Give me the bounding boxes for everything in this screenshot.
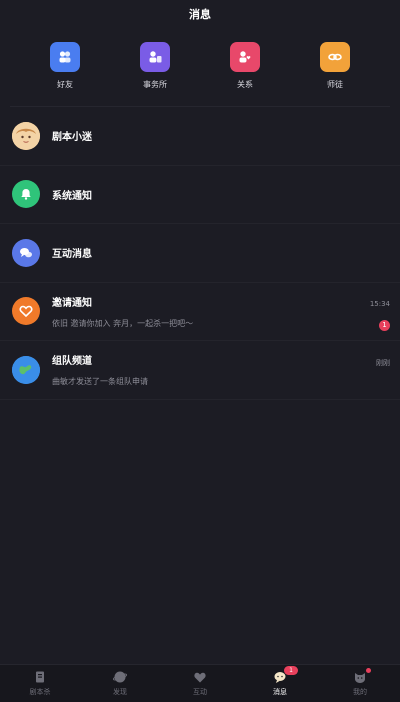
quick-label: 关系 bbox=[237, 80, 253, 89]
message-time: 刚刚 bbox=[376, 359, 390, 367]
nav-item-script[interactable]: 剧本杀 bbox=[10, 670, 70, 697]
mentor-icon bbox=[320, 42, 350, 72]
quick-actions: 好友 事务所 关系 师徒 bbox=[0, 28, 400, 106]
script-icon bbox=[33, 670, 47, 684]
interact-icon bbox=[193, 670, 207, 684]
quick-mentor[interactable]: 师徒 bbox=[305, 42, 365, 106]
list-item[interactable]: 邀请通知 依旧 邀请你加入 奔月，一起杀一把吧～ 15:34 1 bbox=[0, 283, 400, 341]
nav-label: 消息 bbox=[273, 688, 287, 696]
relation-icon bbox=[230, 42, 260, 72]
nav-item-discover[interactable]: 发现 bbox=[90, 670, 150, 697]
avatar bbox=[12, 121, 40, 150]
list-item[interactable]: 剧本小迷 bbox=[0, 107, 400, 166]
profile-icon bbox=[353, 670, 367, 684]
discover-icon bbox=[113, 670, 127, 684]
bottom-nav: 剧本杀 发现 互动 消息 1 我的 bbox=[0, 664, 400, 702]
message-title: 互动消息 bbox=[52, 249, 92, 261]
friends-icon bbox=[50, 42, 80, 72]
message-title: 组队频道 bbox=[52, 356, 92, 368]
nav-label: 剧本杀 bbox=[29, 688, 51, 696]
unread-badge: 1 bbox=[379, 319, 390, 331]
nav-label: 发现 bbox=[113, 688, 127, 696]
notification-dot bbox=[366, 668, 371, 673]
nav-badge: 1 bbox=[284, 666, 298, 675]
heart-icon bbox=[12, 297, 40, 326]
message-preview: 依旧 邀请你加入 奔月，一起杀一把吧～ bbox=[52, 318, 194, 328]
quick-friends[interactable]: 好友 bbox=[35, 42, 95, 106]
list-item[interactable]: 组队频道 曲敏才发送了一条组队申请 刚刚 bbox=[0, 341, 400, 400]
nav-item-message[interactable]: 消息 1 bbox=[250, 666, 310, 697]
message-preview: 曲敏才发送了一条组队申请 bbox=[52, 377, 148, 387]
nav-label: 我的 bbox=[353, 688, 367, 696]
nav-label: 互动 bbox=[193, 688, 207, 696]
quick-label: 好友 bbox=[57, 80, 73, 89]
message-list: 剧本小迷 系统通知 互动消息 邀请通知 依旧 邀请你加入 奔月，一起杀一把吧～ … bbox=[0, 107, 400, 400]
message-title: 邀请通知 bbox=[52, 297, 92, 309]
quick-relation[interactable]: 关系 bbox=[215, 42, 275, 106]
message-title: 剧本小迷 bbox=[52, 132, 92, 144]
quick-label: 师徒 bbox=[327, 80, 343, 89]
message-time: 15:34 bbox=[369, 299, 390, 308]
nav-item-interact[interactable]: 互动 bbox=[170, 670, 230, 697]
bell-icon bbox=[12, 180, 40, 209]
globe-icon bbox=[12, 355, 40, 384]
list-item[interactable]: 系统通知 bbox=[0, 166, 400, 224]
message-title: 系统通知 bbox=[52, 190, 92, 202]
nav-item-profile[interactable]: 我的 bbox=[330, 668, 390, 697]
chat-bubble-icon bbox=[12, 238, 40, 267]
quick-agency[interactable]: 事务所 bbox=[125, 42, 185, 106]
page-title: 消息 bbox=[189, 8, 211, 21]
agency-icon bbox=[140, 42, 170, 72]
list-item[interactable]: 互动消息 bbox=[0, 224, 400, 283]
quick-label: 事务所 bbox=[143, 80, 167, 89]
